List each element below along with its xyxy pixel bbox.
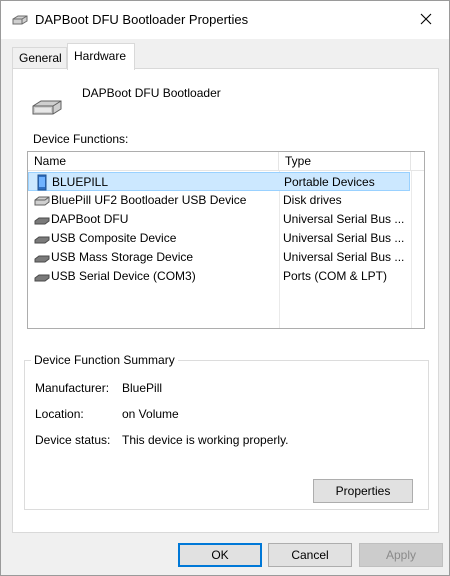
list-item-name: USB Mass Storage Device (51, 250, 194, 264)
apply-button[interactable]: Apply (359, 543, 443, 567)
list-item[interactable]: USB Serial Device (COM3) Ports (COM & LP… (28, 267, 410, 286)
usb-device-icon (34, 267, 50, 286)
list-item-type: Ports (COM & LPT) (283, 269, 388, 283)
column-header-name[interactable]: Name (28, 152, 279, 171)
properties-button[interactable]: Properties (313, 479, 413, 503)
properties-dialog: DAPBoot DFU Bootloader Properties Genera… (0, 0, 450, 576)
cancel-button[interactable]: Cancel (268, 543, 352, 567)
manufacturer-label: Manufacturer: (35, 381, 110, 395)
device-name: DAPBoot DFU Bootloader (82, 86, 221, 100)
usb-drive-icon (11, 11, 29, 27)
device-functions-label: Device Functions: (33, 132, 129, 146)
device-status-label: Device status: (35, 433, 111, 447)
list-item-name: DAPBoot DFU (51, 212, 129, 226)
list-item-type: Universal Serial Bus ... (283, 212, 405, 226)
list-item-type: Disk drives (283, 193, 342, 207)
list-item-type: Portable Devices (284, 175, 375, 189)
location-value: on Volume (122, 407, 179, 421)
window-title: DAPBoot DFU Bootloader Properties (35, 12, 249, 27)
usb-device-icon (34, 248, 50, 267)
usb-device-icon (34, 229, 50, 248)
usb-drive-icon (31, 97, 63, 117)
disk-drive-icon (34, 191, 50, 210)
manufacturer-value: BluePill (122, 381, 163, 395)
list-item[interactable]: BluePill UF2 Bootloader USB Device Disk … (28, 191, 410, 210)
list-item[interactable]: DAPBoot DFU Universal Serial Bus ... (28, 210, 410, 229)
device-functions-list[interactable]: Name Type BLUEPILL Portable Devices Blue… (27, 151, 425, 329)
list-item-name: BLUEPILL (52, 175, 109, 189)
hardware-panel: DAPBoot DFU Bootloader Device Functions:… (12, 68, 439, 533)
tab-strip: General Hardware (1, 39, 449, 70)
column-divider (411, 171, 412, 328)
list-item[interactable]: USB Composite Device Universal Serial Bu… (28, 229, 410, 248)
list-item[interactable]: USB Mass Storage Device Universal Serial… (28, 248, 410, 267)
list-item-name: USB Serial Device (COM3) (51, 269, 196, 283)
list-item-name: USB Composite Device (51, 231, 177, 245)
title-bar: DAPBoot DFU Bootloader Properties (1, 1, 449, 39)
location-label: Location: (35, 407, 84, 421)
close-icon (420, 13, 432, 25)
list-item-name: BluePill UF2 Bootloader USB Device (51, 193, 247, 207)
list-header: Name Type (28, 152, 424, 171)
portable-device-icon (35, 173, 51, 192)
ok-button[interactable]: OK (178, 543, 262, 567)
close-button[interactable] (403, 1, 449, 37)
list-item[interactable]: BLUEPILL Portable Devices (28, 172, 410, 191)
list-item-type: Universal Serial Bus ... (283, 250, 405, 264)
usb-device-icon (34, 210, 50, 229)
device-status-value: This device is working properly. (122, 433, 289, 447)
list-item-type: Universal Serial Bus ... (283, 231, 405, 245)
summary-title: Device Function Summary (31, 353, 178, 367)
tab-general[interactable]: General (12, 47, 67, 69)
column-header-type[interactable]: Type (279, 152, 411, 171)
tab-hardware[interactable]: Hardware (67, 43, 135, 70)
